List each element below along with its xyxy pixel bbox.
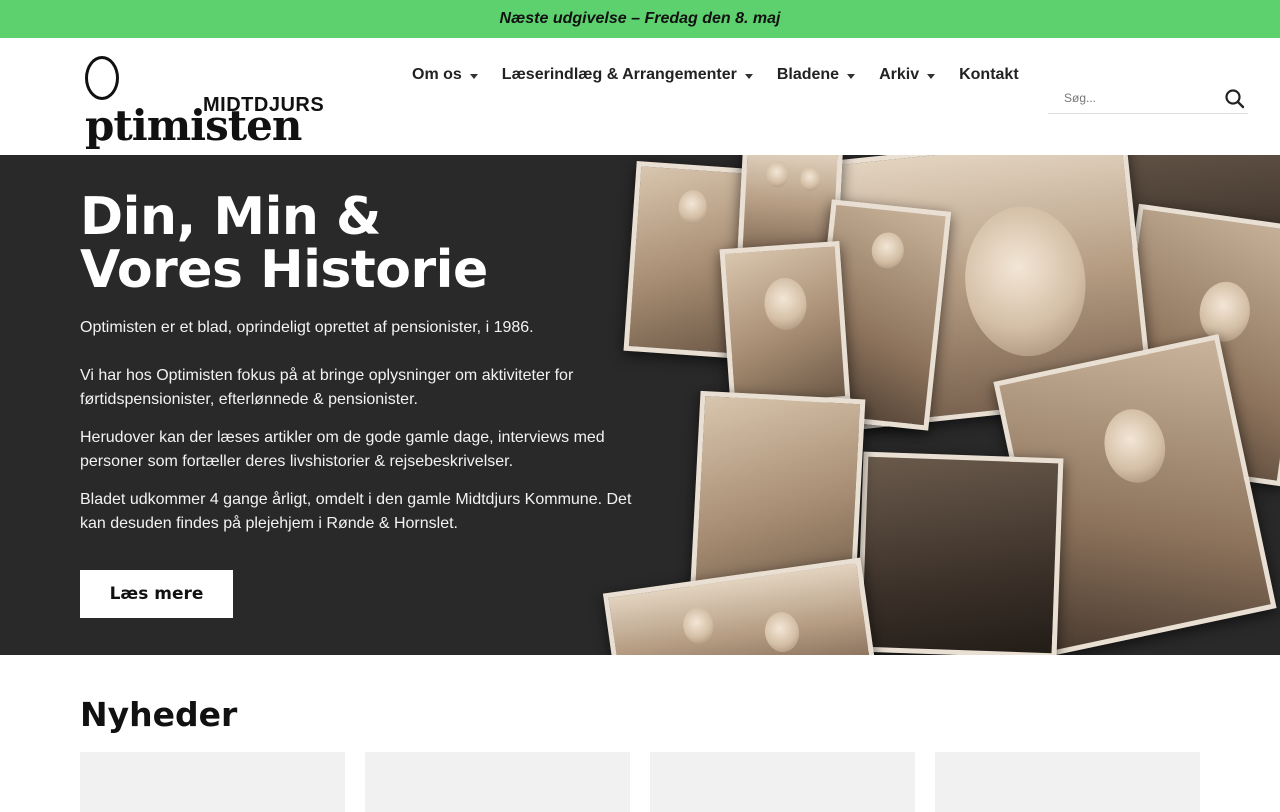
vintage-photo-collage: [600, 155, 1280, 655]
news-card[interactable]: [935, 752, 1200, 812]
logo-subtitle: MIDTDJURS: [203, 94, 325, 116]
collage-photo-car: [856, 451, 1064, 655]
nav-item-laeserindlaeg[interactable]: Læserindlæg & Arrangementer: [502, 62, 753, 88]
news-card[interactable]: [650, 752, 915, 812]
hero-paragraph-1: Optimisten er et blad, oprindeligt opret…: [80, 319, 534, 336]
nav-item-om-os[interactable]: Om os: [412, 62, 478, 88]
hero-section: Din, Min & Vores Historie Optimisten er e…: [0, 155, 1280, 655]
site-logo[interactable]: ptimisten MIDTDJURS: [85, 54, 324, 150]
collage-photo-woman: [719, 241, 851, 409]
hero-title: Din, Min & Vores Historie: [80, 187, 488, 300]
site-header: ptimisten MIDTDJURS Om os Læserindlæg & …: [0, 38, 1280, 155]
nav-item-bladene[interactable]: Bladene: [777, 62, 856, 88]
chevron-down-icon: [927, 73, 936, 79]
read-more-button[interactable]: Læs mere: [80, 570, 233, 618]
nav-item-arkiv[interactable]: Arkiv: [879, 62, 936, 88]
chevron-down-icon: [469, 73, 478, 79]
chevron-down-icon: [847, 73, 856, 79]
news-card[interactable]: [80, 752, 345, 812]
main-nav: Om os Læserindlæg & Arrangementer Bladen…: [412, 62, 1043, 88]
news-card[interactable]: [365, 752, 630, 812]
search-input[interactable]: [1048, 82, 1218, 114]
nav-item-kontakt[interactable]: Kontakt: [959, 62, 1019, 88]
hero-paragraph-3: Herudover kan der læses artikler om de g…: [80, 429, 605, 470]
news-heading: Nyheder: [80, 695, 238, 734]
announcement-bar: Næste udgivelse – Fredag den 8. maj: [0, 0, 1280, 38]
search-icon[interactable]: [1224, 88, 1246, 110]
hero-paragraph-4: Bladet udkommer 4 gange årligt, omdelt i…: [80, 491, 632, 532]
search-box: [1048, 82, 1248, 114]
announcement-text: Næste udgivelse – Fredag den 8. maj: [499, 10, 781, 27]
hero-paragraph-2: Vi har hos Optimisten fokus på at bringe…: [80, 367, 574, 408]
chevron-down-icon: [744, 73, 753, 79]
